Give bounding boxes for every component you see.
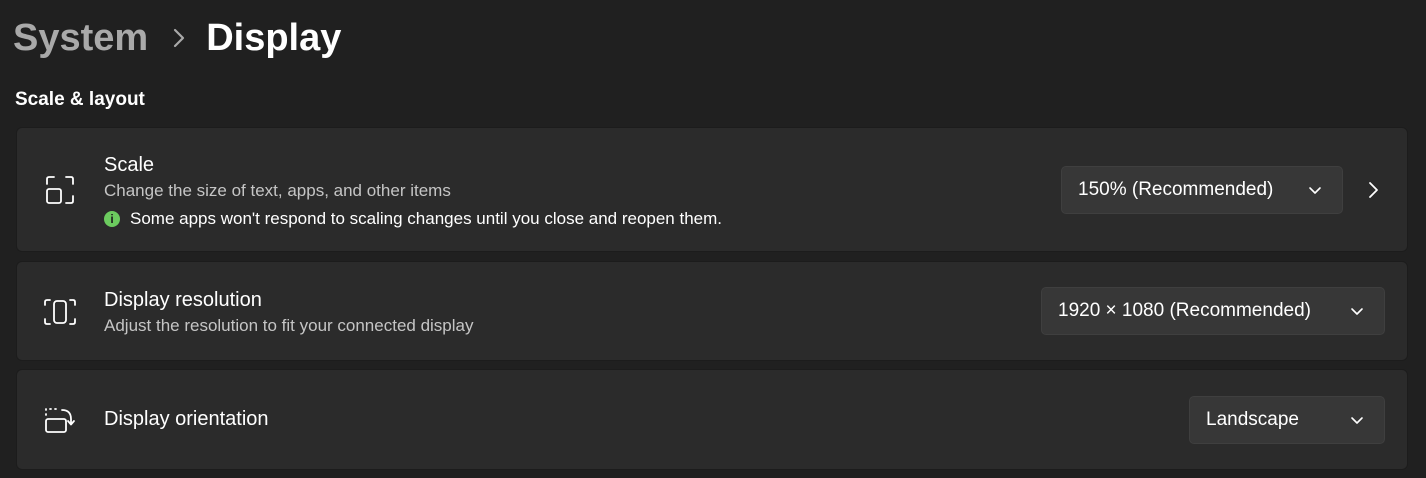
scale-description: Change the size of text, apps, and other…	[104, 181, 451, 200]
resolution-dropdown-value: 1920 × 1080 (Recommended)	[1058, 300, 1311, 321]
info-icon: i	[104, 211, 120, 227]
page-title: Display	[206, 16, 342, 59]
chevron-right-icon	[172, 27, 186, 49]
resolution-card: Display resolution Adjust the resolution…	[16, 261, 1408, 361]
orientation-title: Display orientation	[104, 408, 269, 430]
breadcrumb: System Display	[13, 12, 341, 64]
breadcrumb-system[interactable]: System	[13, 17, 148, 60]
resolution-dropdown[interactable]: 1920 × 1080 (Recommended)	[1041, 287, 1385, 335]
resolution-icon	[43, 295, 77, 329]
resolution-description: Adjust the resolution to fit your connec…	[104, 316, 474, 335]
orientation-icon	[43, 403, 77, 437]
scale-note: i Some apps won't respond to scaling cha…	[104, 209, 722, 229]
scale-note-text: Some apps won't respond to scaling chang…	[130, 209, 723, 228]
scale-title: Scale	[104, 154, 155, 176]
chevron-down-icon	[1350, 306, 1364, 316]
scale-open-chevron-icon[interactable]	[1365, 178, 1381, 202]
display-settings-page: System Display Scale & layout Scale Chan…	[0, 0, 1426, 478]
chevron-down-icon	[1350, 415, 1364, 425]
chevron-down-icon	[1308, 185, 1322, 195]
scale-dropdown-value: 150% (Recommended)	[1078, 179, 1274, 200]
orientation-dropdown[interactable]: Landscape	[1189, 396, 1385, 444]
resolution-title: Display resolution	[104, 289, 262, 311]
orientation-dropdown-value: Landscape	[1206, 409, 1299, 430]
orientation-card: Display orientation Landscape	[16, 369, 1408, 470]
scale-dropdown[interactable]: 150% (Recommended)	[1061, 166, 1343, 214]
scale-card[interactable]: Scale Change the size of text, apps, and…	[16, 127, 1408, 252]
section-title-scale-layout: Scale & layout	[15, 89, 145, 110]
scale-icon	[43, 173, 77, 207]
